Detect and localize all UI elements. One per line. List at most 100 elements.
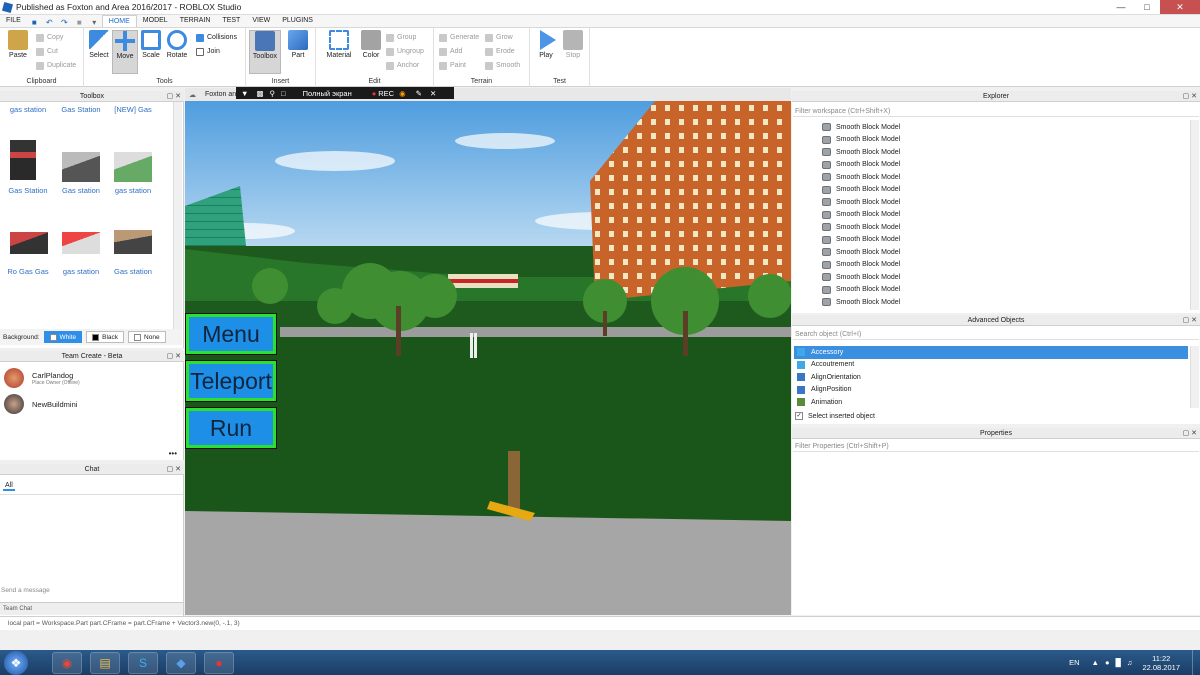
panel-controls[interactable]: ▢ ✕ <box>1183 91 1197 102</box>
tab-plugins[interactable]: PLUGINS <box>276 15 319 27</box>
skype-icon[interactable]: S <box>128 652 158 674</box>
roblox-studio-icon[interactable]: ◆ <box>166 652 196 674</box>
advanced-object-item[interactable]: Accoutrement <box>794 359 1188 372</box>
redo-icon[interactable]: ↷ <box>60 18 69 27</box>
explorer-item[interactable]: Smooth Block Model <box>812 184 900 197</box>
clock[interactable]: 11:22 22.08.2017 <box>1142 654 1180 672</box>
team-member[interactable]: CarlPlandog Place Owner (Offline) <box>4 368 80 388</box>
toolbox-item[interactable]: Gas station <box>108 267 158 276</box>
explorer-item[interactable]: Smooth Block Model <box>812 159 900 172</box>
explorer-item[interactable]: Smooth Block Model <box>812 171 900 184</box>
camera-icon[interactable]: ◉ <box>399 89 406 98</box>
signal-icon[interactable]: █ <box>1116 658 1121 667</box>
ungroup-button[interactable]: Ungroup <box>386 46 424 57</box>
bg-black-button[interactable]: Black <box>86 331 125 343</box>
recorder-window-icon[interactable]: ▩ <box>256 89 263 98</box>
show-desktop-button[interactable] <box>1192 650 1200 675</box>
gas-station-thumbnail[interactable] <box>62 152 100 182</box>
toolbox-item[interactable]: Ro Gas Gas <box>3 267 53 276</box>
toolbox-button[interactable]: Toolbox <box>249 30 281 74</box>
bg-white-button[interactable]: White <box>43 331 83 343</box>
recorder-close-icon[interactable]: ✕ <box>430 89 436 98</box>
select-tool-button[interactable]: Select <box>86 30 112 59</box>
explorer-folder-icon[interactable]: ▤ <box>90 652 120 674</box>
anchor-button[interactable]: Anchor <box>386 60 419 71</box>
join-toggle[interactable]: Join <box>196 46 220 57</box>
toolbox-scrollbar[interactable] <box>173 102 182 342</box>
team-member[interactable]: NewBuildmini <box>4 394 77 414</box>
tab-terrain[interactable]: TERRAIN <box>174 15 217 27</box>
paste-button[interactable]: Paste <box>5 30 31 59</box>
volume-icon[interactable]: ♫ <box>1127 658 1133 667</box>
undo-icon[interactable]: ↶ <box>45 18 54 27</box>
toolbox-item[interactable]: gas station <box>108 186 158 195</box>
play-button[interactable]: Play <box>533 30 559 59</box>
stop-square-icon[interactable]: ■ <box>75 18 84 27</box>
advanced-object-item[interactable]: AlignOrientation <box>794 371 1188 384</box>
place-tab[interactable]: Foxton an <box>205 91 236 98</box>
move-tool-button[interactable]: Move <box>112 30 138 74</box>
maximize-button[interactable]: □ <box>1134 0 1160 14</box>
menu-button[interactable]: Menu <box>185 313 277 355</box>
teleport-button[interactable]: Teleport <box>185 360 277 402</box>
paint-button[interactable]: Paint <box>439 60 466 71</box>
panel-controls[interactable]: ▢ ✕ <box>1183 315 1197 326</box>
group-button[interactable]: Group <box>386 32 416 43</box>
start-button[interactable]: ❖ <box>4 651 28 675</box>
explorer-item[interactable]: Smooth Block Model <box>812 234 900 247</box>
bg-none-button[interactable]: None <box>128 331 166 343</box>
command-bar[interactable]: local part = Workspace.Part part.CFrame … <box>0 616 1200 630</box>
toolbox-item[interactable]: Gas Station <box>56 105 106 114</box>
chrome-icon[interactable]: ◉ <box>52 652 82 674</box>
panel-controls[interactable]: ▢ ✕ <box>1183 428 1197 439</box>
select-inserted-option[interactable]: ✓ Select inserted object <box>795 412 875 420</box>
pen-icon[interactable]: ✎ <box>416 89 422 98</box>
toolbox-item[interactable]: Gas Station <box>3 186 53 195</box>
toolbox-item[interactable]: gas station <box>3 105 53 114</box>
color-button[interactable]: Color <box>358 30 384 59</box>
checkbox-icon[interactable]: ✓ <box>795 412 803 420</box>
tab-test[interactable]: TEST <box>216 15 246 27</box>
explorer-scrollbar[interactable] <box>1190 120 1199 310</box>
recorder-fullscreen-label[interactable]: Полный экран <box>303 89 352 98</box>
toolbox-item[interactable]: [NEW] Gas <box>108 105 158 114</box>
duplicate-button[interactable]: Duplicate <box>36 60 76 71</box>
gas-station-thumbnail[interactable] <box>114 152 152 182</box>
recorder-zoom-icon[interactable]: ⚲ <box>270 89 276 98</box>
explorer-item[interactable]: Smooth Block Model <box>812 246 900 259</box>
add-terrain-button[interactable]: Add <box>439 46 462 57</box>
gas-station-thumbnail[interactable] <box>62 232 100 254</box>
network-icon[interactable]: ● <box>1105 658 1110 667</box>
gas-station-thumbnail[interactable] <box>10 140 36 180</box>
gas-station-thumbnail[interactable] <box>114 230 152 254</box>
chat-input[interactable]: Send a message <box>1 587 50 594</box>
run-button[interactable]: Run <box>185 407 277 449</box>
properties-filter-input[interactable]: Filter Properties (Ctrl+Shift+P) <box>793 441 1199 452</box>
advanced-object-item[interactable]: Animation <box>794 396 1188 409</box>
rotate-tool-button[interactable]: Rotate <box>164 30 190 59</box>
explorer-item[interactable]: Smooth Block Model <box>812 121 900 134</box>
recorder-fit-icon[interactable]: □ <box>281 89 286 98</box>
advanced-scrollbar[interactable] <box>1190 346 1199 408</box>
save-icon[interactable]: ■ <box>30 18 39 27</box>
panel-controls[interactable]: ▢ ✕ <box>167 351 181 362</box>
3d-viewport[interactable] <box>185 101 791 615</box>
gas-station-thumbnail[interactable] <box>10 232 48 254</box>
cut-button[interactable]: Cut <box>36 46 58 57</box>
erode-button[interactable]: Erode <box>485 46 515 57</box>
copy-button[interactable]: Copy <box>36 32 63 43</box>
panel-controls[interactable]: ▢ ✕ <box>167 464 181 475</box>
explorer-item[interactable]: Smooth Block Model <box>812 146 900 159</box>
collisions-toggle[interactable]: Collisions <box>196 32 237 43</box>
recorder-app-icon[interactable]: ● <box>204 652 234 674</box>
tab-view[interactable]: VIEW <box>246 15 276 27</box>
recorder-dropdown-icon[interactable]: ▼ <box>241 89 248 98</box>
explorer-item[interactable]: Smooth Block Model <box>812 209 900 222</box>
tab-home[interactable]: HOME <box>101 15 137 27</box>
explorer-item[interactable]: Smooth Block Model <box>812 134 900 147</box>
dropdown-icon[interactable]: ▾ <box>90 18 99 27</box>
toolbox-item[interactable]: Gas station <box>56 186 106 195</box>
advanced-object-item[interactable]: AlignPosition <box>794 384 1188 397</box>
explorer-item[interactable]: Smooth Block Model <box>812 259 900 272</box>
close-button[interactable]: ✕ <box>1160 0 1200 14</box>
